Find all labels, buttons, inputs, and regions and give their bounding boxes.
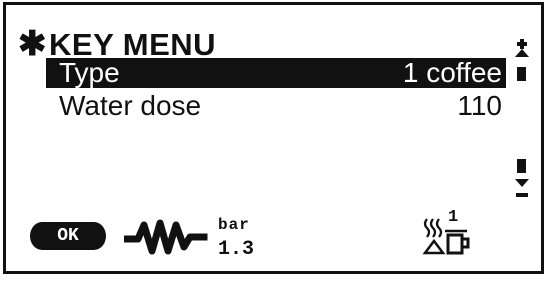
pressure-unit: bar bbox=[218, 216, 250, 234]
ok-button-label: OK bbox=[57, 226, 79, 246]
menu-item-water-dose[interactable]: Water dose 110 bbox=[46, 91, 506, 121]
star-icon: ✱ bbox=[18, 25, 47, 63]
cup-count: 1 bbox=[448, 208, 459, 227]
ok-button[interactable]: OK bbox=[30, 222, 106, 250]
scroll-thumb-top bbox=[517, 67, 526, 81]
pressure-pulse-icon bbox=[124, 219, 208, 255]
menu-item-type[interactable]: Type 1 coffee bbox=[46, 58, 506, 88]
menu-item-label: Water dose bbox=[59, 90, 202, 121]
pressure-value: 1.3 bbox=[218, 238, 255, 261]
scroll-down-icon[interactable] bbox=[515, 179, 529, 197]
pressure-readout: bar 1.3 bbox=[218, 216, 270, 264]
scroll-up-icon[interactable] bbox=[515, 39, 529, 57]
menu-item-value: 110 bbox=[457, 90, 502, 121]
scrollbar[interactable] bbox=[512, 33, 532, 223]
lcd-screen: ✱KEY MENU Type 1 coffee Water dose 110 O… bbox=[3, 2, 544, 274]
menu-item-value: 1 coffee bbox=[402, 57, 502, 88]
menu-item-label: Type bbox=[59, 57, 120, 88]
scroll-thumb-bottom bbox=[517, 159, 526, 173]
